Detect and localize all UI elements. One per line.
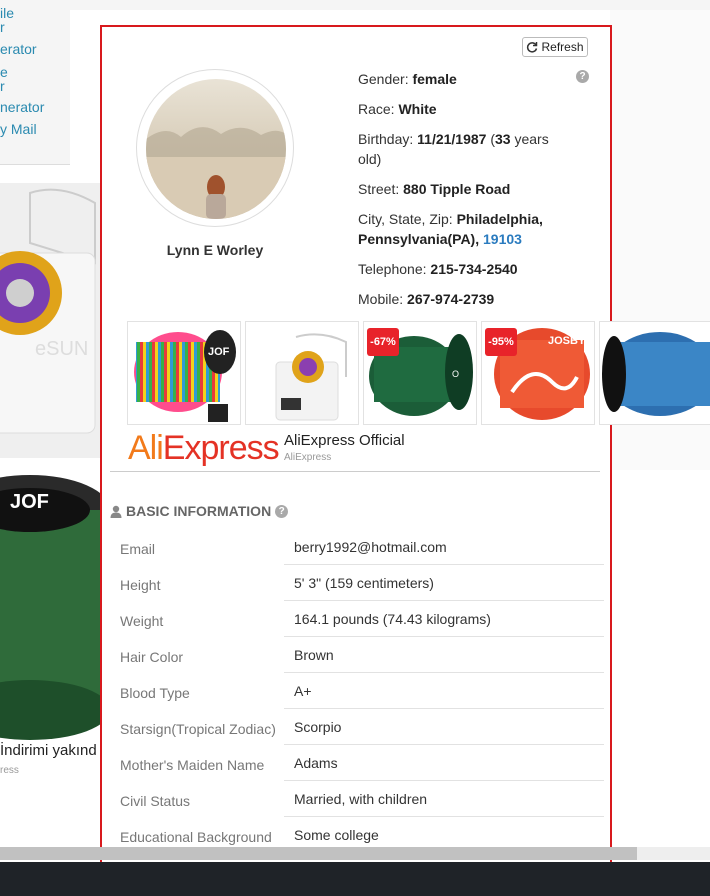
- info-row-value: 5' 3" (159 centimeters): [294, 575, 434, 591]
- info-row-value: 164.1 pounds (74.43 kilograms): [294, 611, 491, 627]
- info-row: Starsign(Tropical Zodiac) Scorpio: [110, 709, 604, 745]
- profile-name: Lynn E Worley: [166, 242, 264, 258]
- info-row-label: Mother's Maiden Name: [120, 757, 265, 773]
- avatar: [146, 79, 286, 219]
- ad-product-tile[interactable]: JOSBY -95%: [481, 321, 595, 425]
- info-row-label: Blood Type: [120, 685, 190, 701]
- help-icon[interactable]: ?: [576, 70, 589, 83]
- user-icon: [110, 505, 122, 518]
- aliexpress-logo[interactable]: AliExpress: [128, 430, 280, 466]
- svg-text:eSUN: eSUN: [35, 338, 88, 360]
- info-row-value: Scorpio: [294, 719, 342, 735]
- left-nav: ile r erator e r nerator y Mail: [0, 0, 70, 165]
- refresh-button[interactable]: Refresh: [522, 37, 588, 57]
- scrollbar-thumb[interactable]: [0, 847, 637, 860]
- info-row-value: A+: [294, 683, 312, 699]
- info-row: Mother's Maiden Name Adams: [110, 745, 604, 781]
- race-field: Race: White: [358, 101, 437, 117]
- info-row-value: Adams: [294, 755, 338, 771]
- svg-text:JOSBY: JOSBY: [548, 335, 586, 347]
- info-row-label: Hair Color: [120, 649, 184, 665]
- info-row: Weight 164.1 pounds (74.43 kilograms): [110, 601, 604, 637]
- left-nav-link[interactable]: e: [0, 65, 8, 79]
- left-nav-link[interactable]: r: [0, 20, 5, 34]
- nav-divider: [0, 164, 70, 165]
- background-product-image[interactable]: eSUN: [0, 183, 100, 458]
- mobile-field: Mobile: 267-974-2739: [358, 291, 495, 307]
- background-ad-title[interactable]: İndirimi yakınd: [0, 742, 97, 759]
- info-row: Hair Color Brown: [110, 637, 604, 673]
- left-nav-link[interactable]: y Mail: [0, 122, 37, 136]
- info-row-value: Married, with children: [294, 791, 428, 807]
- background-product-image[interactable]: JOF: [0, 470, 100, 770]
- info-row-label: Educational Background: [120, 829, 272, 845]
- ad-store-subtitle: AliExpress: [284, 452, 332, 463]
- telephone-field: Telephone: 215-734-2540: [358, 261, 518, 277]
- page-top-band: [70, 0, 710, 10]
- svg-text:JOF: JOF: [10, 491, 49, 513]
- discount-badge: -67%: [367, 328, 399, 356]
- info-row: Blood Type A+: [110, 673, 604, 709]
- info-row-value: berry1992@hotmail.com: [294, 539, 447, 555]
- info-row-label: Height: [120, 577, 161, 593]
- info-row: Email berry1992@hotmail.com: [110, 529, 604, 565]
- refresh-icon: [527, 42, 538, 53]
- ad-product-tile[interactable]: [245, 321, 359, 425]
- street-field: Street: 880 Tipple Road: [358, 181, 511, 197]
- info-row-label: Civil Status: [120, 793, 191, 809]
- taskbar: [0, 862, 710, 896]
- ad-product-tile[interactable]: [599, 321, 710, 425]
- left-nav-link[interactable]: ile: [0, 6, 14, 20]
- gender-field: Gender: female: [358, 71, 457, 87]
- left-nav-link[interactable]: erator: [0, 42, 37, 56]
- ad-product-tile[interactable]: O -67%: [363, 321, 477, 425]
- svg-text:JOF: JOF: [208, 346, 230, 358]
- birthday-field: Birthday: 11/21/1987 (33 years old): [358, 131, 549, 167]
- refresh-label: Refresh: [541, 40, 584, 54]
- section-divider: [110, 471, 600, 472]
- svg-text:O: O: [452, 369, 459, 379]
- help-icon[interactable]: ?: [275, 504, 289, 518]
- info-row-label: Weight: [120, 613, 164, 629]
- info-row-value: Brown: [294, 647, 334, 663]
- left-nav-link[interactable]: nerator: [0, 100, 44, 114]
- basic-info-heading: BASIC INFORMATION ?: [110, 503, 289, 519]
- info-row-label: Email: [120, 541, 156, 557]
- info-row: Height 5' 3" (159 centimeters): [110, 565, 604, 601]
- info-row-value: Some college: [294, 827, 379, 843]
- city-state-zip-field: City, State, Zip: Philadelphia, Pennsylv…: [358, 211, 543, 247]
- zip-link[interactable]: 19103: [483, 231, 522, 247]
- left-nav-link[interactable]: r: [0, 79, 5, 93]
- info-row-label: Starsign(Tropical Zodiac): [120, 721, 276, 737]
- ad-store-name[interactable]: AliExpress Official: [284, 432, 405, 449]
- discount-badge: -95%: [485, 328, 517, 356]
- ad-product-tile[interactable]: JOF: [127, 321, 241, 425]
- info-row: Civil Status Married, with children: [110, 781, 604, 817]
- background-ad-subtitle: ress: [0, 765, 19, 776]
